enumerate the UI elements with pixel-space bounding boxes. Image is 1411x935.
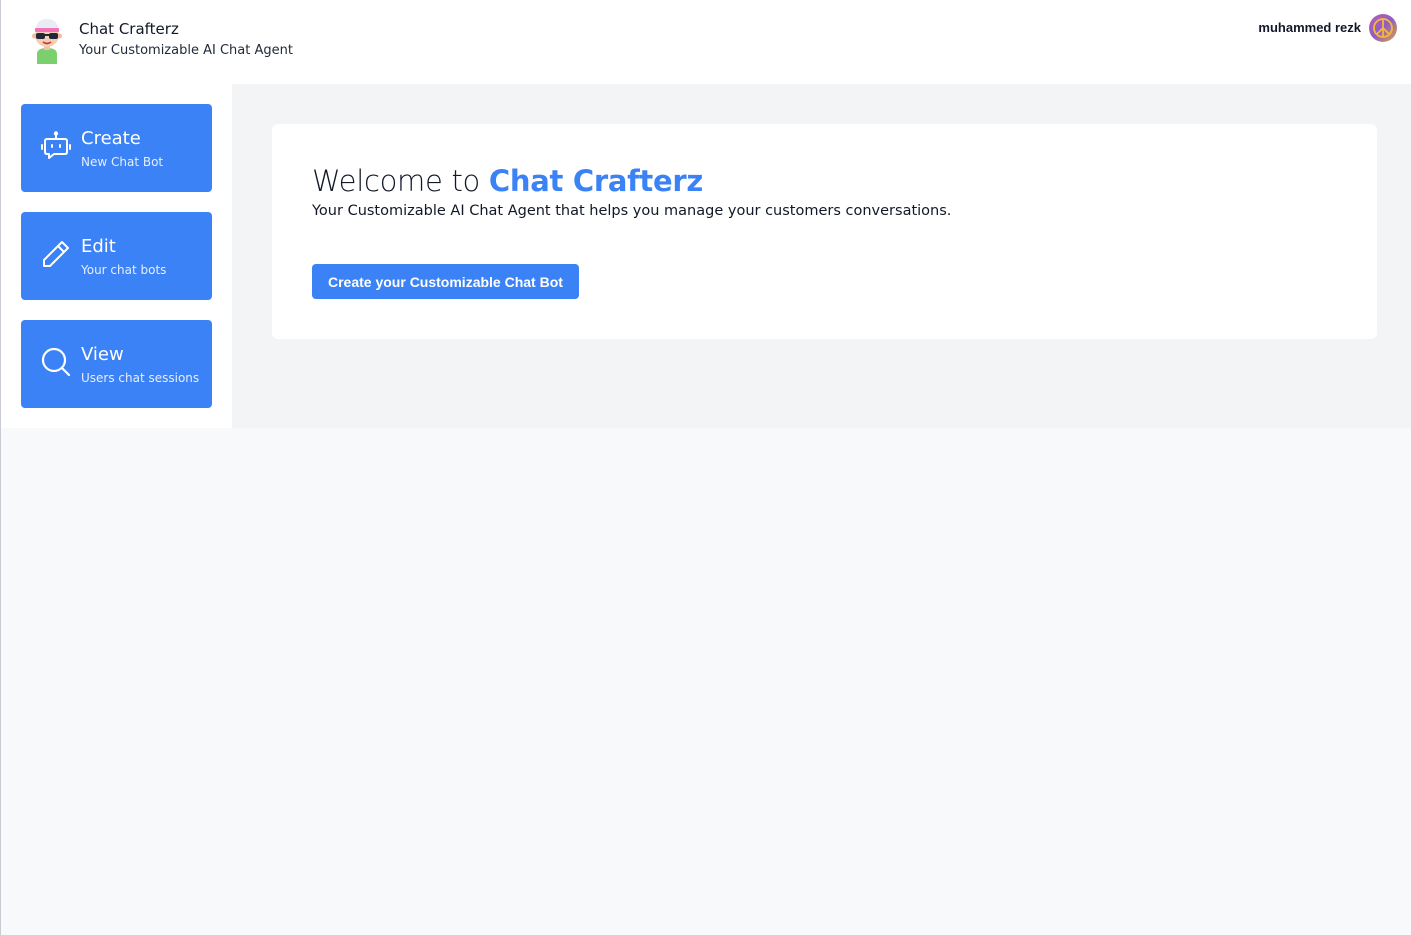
app-subtitle: Your Customizable AI Chat Agent (79, 43, 293, 58)
sidebar-item-subtitle: Users chat sessions (81, 371, 200, 385)
welcome-description: Your Customizable AI Chat Agent that hel… (312, 203, 952, 219)
sidebar-item-create[interactable]: Create New Chat Bot (21, 104, 212, 192)
pencil-icon (40, 238, 72, 270)
robot-character-icon (27, 14, 67, 66)
welcome-heading: Welcome to Chat Crafterz (312, 164, 703, 198)
sidebar-item-view[interactable]: View Users chat sessions (21, 320, 212, 408)
create-chat-bot-button[interactable]: Create your Customizable Chat Bot (312, 264, 579, 299)
welcome-card: Welcome to Chat Crafterz Your Customizab… (272, 124, 1377, 339)
top-header: Chat Crafterz Your Customizable AI Chat … (1, 0, 1411, 84)
search-icon (40, 346, 72, 378)
sidebar-item-subtitle: New Chat Bot (81, 155, 164, 169)
user-name[interactable]: muhammed rezk (1258, 20, 1361, 35)
app-page: Chat Crafterz Your Customizable AI Chat … (0, 0, 1411, 935)
sidebar-item-title: Edit (81, 236, 116, 257)
welcome-prefix: Welcome to (312, 164, 480, 198)
sidebar: Create New Chat Bot Edit Your chat bots … (1, 84, 232, 428)
robot-icon (40, 130, 72, 162)
main-content: Welcome to Chat Crafterz Your Customizab… (232, 84, 1411, 428)
peace-symbol-avatar-icon[interactable] (1369, 14, 1397, 42)
sidebar-item-title: Create (81, 128, 141, 149)
sidebar-item-title: View (81, 344, 124, 365)
sidebar-item-subtitle: Your chat bots (81, 263, 167, 277)
welcome-brand: Chat Crafterz (488, 164, 703, 198)
app-title: Chat Crafterz (79, 20, 179, 38)
sidebar-item-edit[interactable]: Edit Your chat bots (21, 212, 212, 300)
